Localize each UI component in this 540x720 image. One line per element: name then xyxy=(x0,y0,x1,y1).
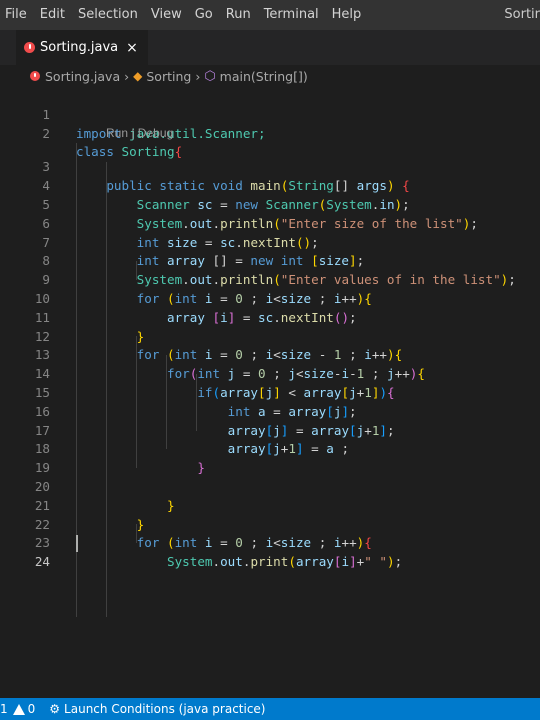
menu-selection[interactable]: Selection xyxy=(73,0,146,30)
error-count: 1 xyxy=(0,702,8,716)
breadcrumb-class[interactable]: Sorting xyxy=(146,69,191,84)
code-line: 14 if(array[j] < array[j+1]){ xyxy=(0,346,540,400)
code-token: . xyxy=(212,554,221,570)
class-icon: ◆ xyxy=(133,69,143,83)
warning-icon xyxy=(12,703,25,715)
text-cursor xyxy=(76,535,78,553)
code-line: 23 System.out.print(array[i]+" "); xyxy=(0,516,540,569)
breadcrumb: Sorting.java › ◆ Sorting › ⬡ main(String… xyxy=(0,65,540,87)
error-icon xyxy=(30,71,40,81)
code-line: 17 array[j+1] = a ; xyxy=(0,403,540,457)
codelens-run-debug[interactable]: Run | Debug xyxy=(106,125,173,141)
warning-count: 0 xyxy=(27,702,36,716)
code-token: array xyxy=(295,554,334,570)
code-token: " " xyxy=(364,554,387,570)
code-token: ; xyxy=(394,554,403,570)
code-line: 8 System.out.println("Enter values of in… xyxy=(0,234,540,287)
code-line: 21 } xyxy=(0,478,540,532)
code-line: 24 xyxy=(0,534,540,569)
chevron-right-icon: › xyxy=(124,68,130,84)
code-line: 18 } xyxy=(0,422,540,475)
debug-icon: ⚙ xyxy=(49,702,61,716)
code-line: 1 import java.util.Scanner; xyxy=(0,87,540,141)
breadcrumb-file[interactable]: Sorting.java xyxy=(45,69,120,84)
code-line: 16 array[j] = array[j+1]; xyxy=(0,384,540,438)
code-line: 6 int size = sc.nextInt(); xyxy=(0,196,540,250)
method-icon: ⬡ xyxy=(204,68,216,84)
tab-label: Sorting.java xyxy=(40,40,119,55)
close-icon[interactable]: × xyxy=(126,40,138,56)
code-line: 22 for (int i = 0 ; i<size ; i++){ xyxy=(0,497,540,551)
status-bar: 1 0 ⚙ Launch Conditions (java practice) xyxy=(0,698,540,720)
menu-file[interactable]: File xyxy=(0,0,35,30)
menu-edit[interactable]: Edit xyxy=(35,0,73,30)
window-title: Sortir xyxy=(504,7,540,22)
breadcrumb-method[interactable]: main(String[]) xyxy=(220,69,308,84)
code-token: i xyxy=(341,554,350,570)
code-token: System xyxy=(167,554,213,570)
code-token: ) xyxy=(387,554,395,570)
code-token: print xyxy=(250,554,289,570)
code-line: 4 Scanner sc = new Scanner(System.in); xyxy=(0,158,540,212)
code-line: 11 } xyxy=(0,290,540,344)
code-line: 12 for (int i = 0 ; i<size - 1 ; i++){ xyxy=(0,309,540,363)
chevron-right-icon: › xyxy=(195,68,201,84)
code-editor[interactable]: 1 import java.util.Scanner; 2 class Sort… xyxy=(0,87,540,698)
code-line: 15 int a = array[j]; xyxy=(0,365,540,419)
menu-view[interactable]: View xyxy=(146,0,190,30)
error-icon xyxy=(24,42,35,53)
menu-run[interactable]: Run xyxy=(221,0,259,30)
tab-sorting-java[interactable]: Sorting.java × xyxy=(16,30,148,65)
code-line: 2 class Sorting{ xyxy=(0,106,540,160)
code-token: out xyxy=(220,554,243,570)
problems-indicator[interactable]: 1 0 xyxy=(0,702,35,716)
code-line: 3 public static void main(String[] args)… xyxy=(0,140,540,193)
launch-config-label: Launch Conditions (java practice) xyxy=(64,702,266,716)
code-line: 10 array [i] = sc.nextInt(); xyxy=(0,271,540,325)
menu-help[interactable]: Help xyxy=(327,0,370,30)
code-line: 19 xyxy=(0,440,540,475)
code-token: ] xyxy=(349,554,357,570)
menu-terminal[interactable]: Terminal xyxy=(259,0,327,30)
menu-go[interactable]: Go xyxy=(190,0,221,30)
tab-bar: Sorting.java × xyxy=(0,30,540,65)
code-line: 7 int array [] = new int [size]; xyxy=(0,215,540,269)
code-line: 13 for(int j = 0 ; j<size-i-1 ; j++){ xyxy=(0,328,540,381)
code-token: ( xyxy=(288,554,296,570)
code-line: 20 } xyxy=(0,459,540,513)
code-line: 5 System.out.println("Enter size of the … xyxy=(0,177,540,231)
launch-config[interactable]: ⚙ Launch Conditions (java practice) xyxy=(49,702,265,716)
line-number: 24 xyxy=(34,554,50,570)
code-line: 9 for (int i = 0 ; i<size ; i++){ xyxy=(0,252,540,306)
menu-bar: File Edit Selection View Go Run Terminal… xyxy=(0,0,540,30)
